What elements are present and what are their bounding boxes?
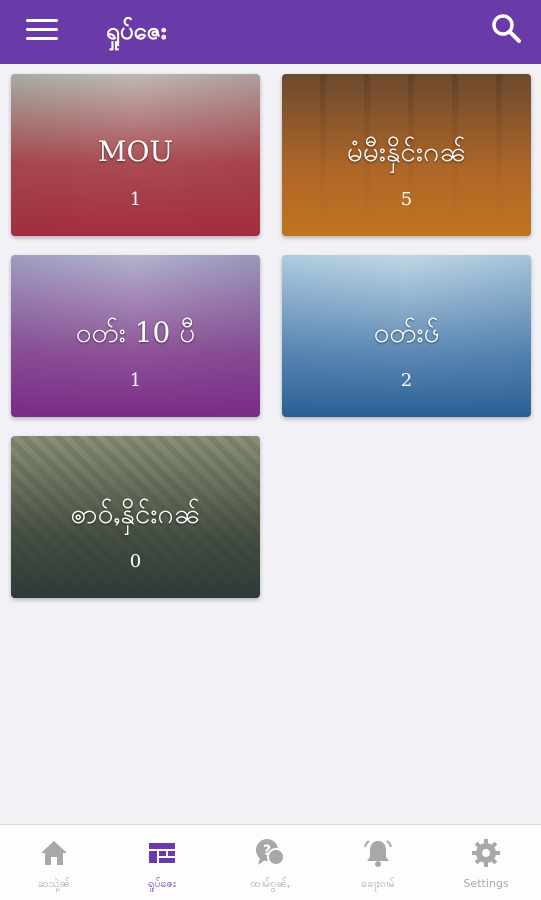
nav-item-questions[interactable]: ? ထၢမ်ၵွၼ်ႇ	[216, 825, 324, 900]
page-title: ရှုပ်ဇေး	[106, 17, 167, 45]
bell-icon	[364, 840, 392, 867]
nav-item-dashboard[interactable]: ရှုပ်ဇေး	[108, 825, 216, 900]
nav-item-notifications[interactable]: ၶေႃႈၵၢမ်	[324, 825, 432, 900]
menu-button[interactable]	[26, 15, 60, 45]
nav-item-settings[interactable]: Settings	[432, 825, 540, 900]
menu-icon-bar-middle	[26, 28, 58, 31]
question-chat-icon: ?	[256, 839, 285, 866]
card-count: 1	[129, 370, 142, 391]
category-card-mou[interactable]: MOU 1	[11, 74, 260, 236]
category-card-case[interactable]: ၜာဝ်ႇနှိင်းဂၼ် 0	[11, 436, 260, 598]
category-card-card-10-year[interactable]: ဝတ်း 10 ပီ 1	[11, 255, 260, 417]
category-card-law[interactable]: မံမီးနှိင်းဂၼ် 5	[282, 74, 531, 236]
card-title: မံမီးနှိင်းဂၼ်	[346, 135, 467, 168]
card-count: 0	[129, 551, 142, 572]
search-button[interactable]	[490, 12, 524, 46]
category-card-card[interactable]: ဝတ်းၒ် 2	[282, 255, 531, 417]
dashboard-icon	[149, 843, 175, 863]
menu-icon-bar-bottom	[26, 37, 58, 40]
gear-icon	[472, 839, 500, 867]
card-title: MOU	[97, 135, 174, 168]
nav-label: Settings	[463, 877, 509, 890]
card-title: ၜာဝ်ႇနှိင်းဂၼ်	[70, 497, 201, 530]
menu-icon-bar-top	[26, 19, 58, 22]
bottom-navigation: ဆသုဲ့ၼ် ရှုပ်ဇေး ? ထၢမ်ၵွၼ်ႇ ၶေႃႈၵၢမ် Se…	[0, 824, 541, 900]
nav-label: ၶေႃႈၵၢမ်	[361, 877, 395, 890]
nav-label: ထၢမ်ၵွၼ်ႇ	[250, 877, 290, 890]
nav-label: ရှုပ်ဇေး	[148, 877, 176, 890]
svg-text:?: ?	[263, 843, 271, 859]
nav-label: ဆသုဲ့ၼ်	[38, 877, 70, 890]
search-icon	[492, 14, 521, 43]
app-bar: ရှုပ်ဇေး	[0, 0, 541, 64]
card-count: 5	[400, 189, 413, 210]
card-title: ဝတ်း 10 ပီ	[75, 316, 196, 349]
home-icon	[41, 841, 67, 865]
nav-item-home[interactable]: ဆသုဲ့ၼ်	[0, 825, 108, 900]
card-title: ဝတ်းၒ်	[373, 316, 440, 349]
card-count: 1	[129, 189, 142, 210]
card-count: 2	[400, 370, 413, 391]
